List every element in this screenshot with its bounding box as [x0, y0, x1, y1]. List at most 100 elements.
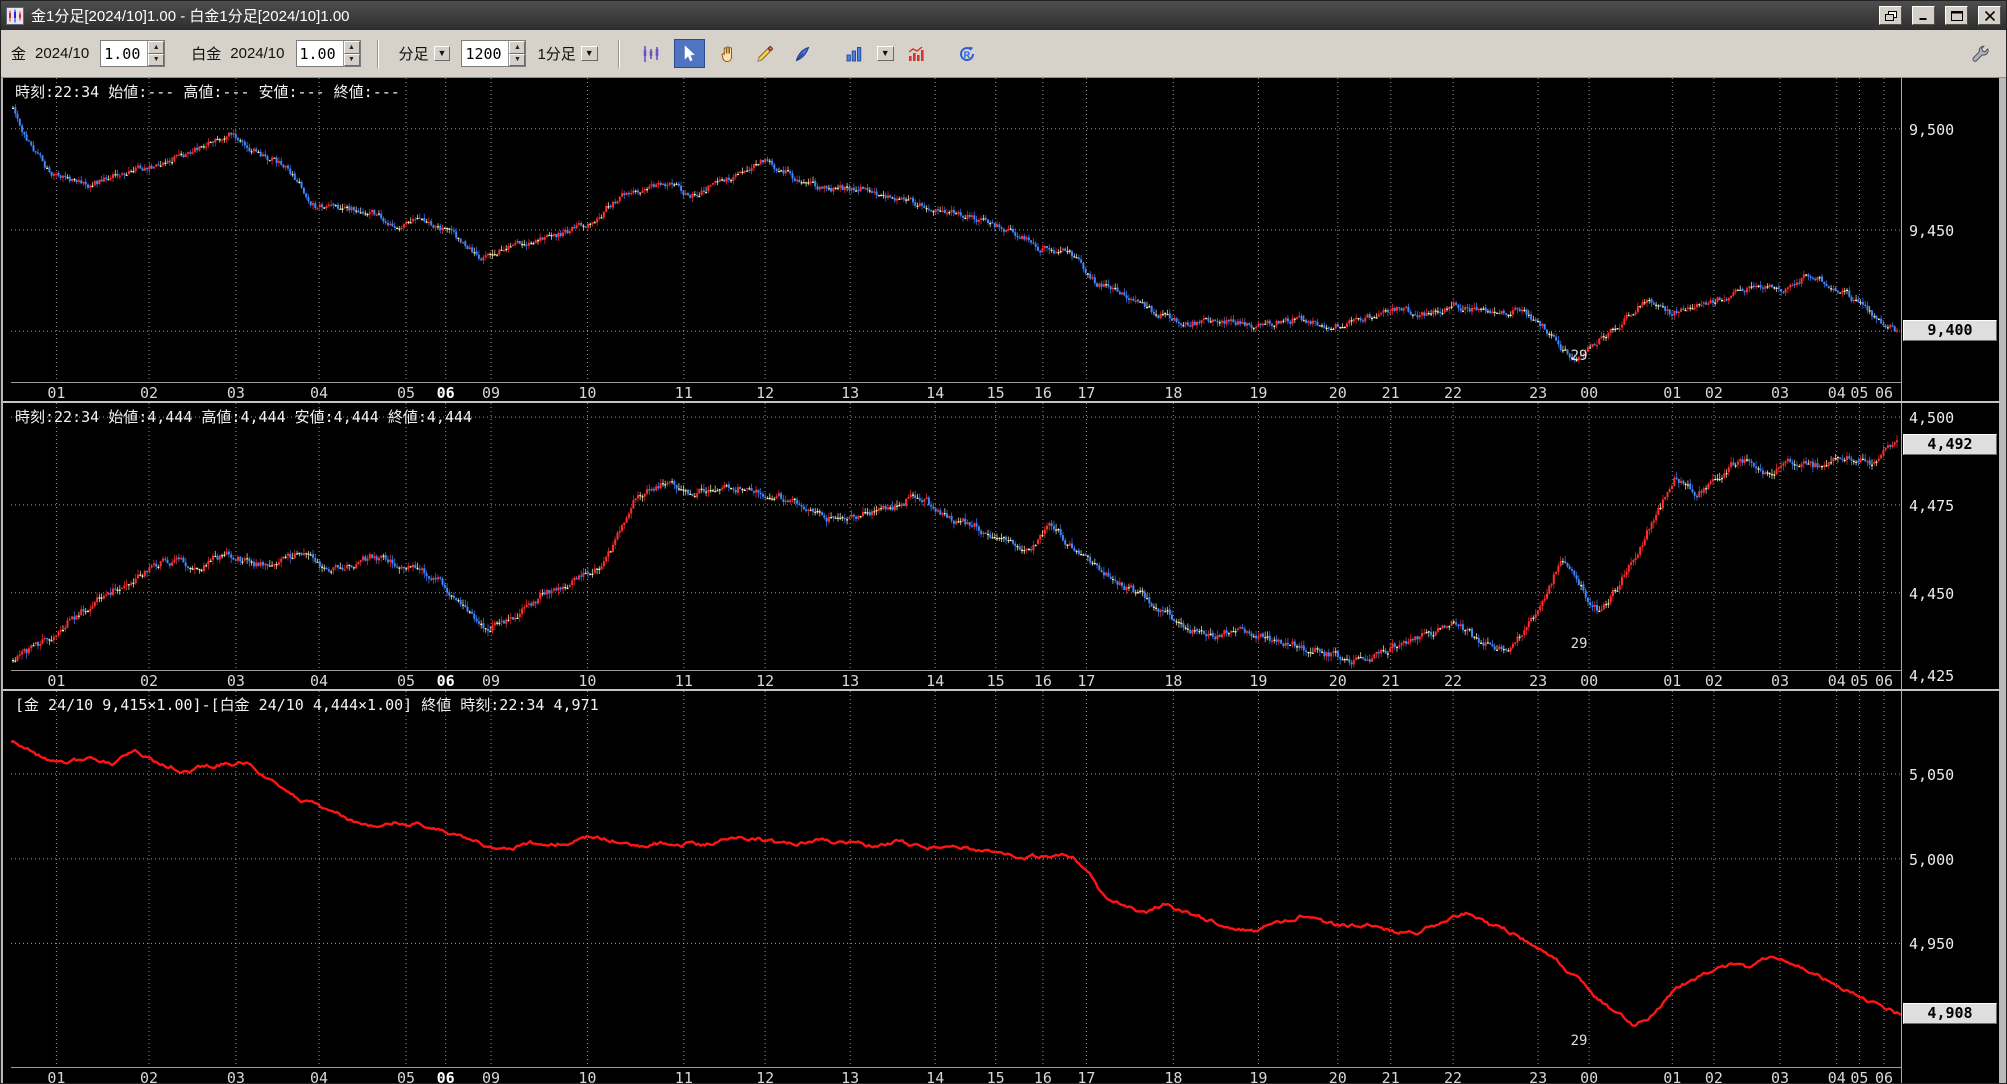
platinum-ratio-down-button[interactable]: ▼ — [344, 54, 360, 67]
gold-price-axis[interactable]: 9,5009,4509,400 — [1901, 78, 1999, 401]
hour-label: 23 — [1529, 1069, 1547, 1084]
toolbar-separator — [377, 40, 379, 68]
gold-ratio-down-button[interactable]: ▼ — [148, 54, 164, 67]
hour-label: 20 — [1329, 384, 1347, 401]
bar-count-down-button[interactable]: ▼ — [509, 54, 525, 67]
hour-label: 03 — [227, 1069, 245, 1084]
hour-label: 16 — [1034, 672, 1052, 689]
hour-label: 10 — [578, 384, 596, 401]
interval-type-label: 分足 — [399, 43, 429, 64]
gold-chart-canvas[interactable]: 時刻:22:34 始値:--- 高値:--- 安値:--- 終値:--- 29 — [11, 78, 1901, 382]
hour-label: 06 — [1875, 384, 1893, 401]
hour-label: 03 — [227, 384, 245, 401]
hour-label: 02 — [140, 384, 158, 401]
hour-label: 01 — [47, 1069, 65, 1084]
bar-count-up-button[interactable]: ▲ — [509, 41, 525, 54]
hand-icon — [717, 44, 737, 64]
spread-price-axis[interactable]: 5,0505,0004,9504,908 — [1901, 691, 1999, 1084]
maximize-button[interactable] — [1945, 6, 1968, 25]
spread-panel: [金 24/10 9,415×1.00]-[白金 24/10 4,444×1.0… — [3, 691, 1999, 1084]
chart-type-dropdown[interactable]: ▼ — [877, 46, 894, 61]
chevron-down-icon: ▼ — [434, 46, 451, 61]
hour-label: 05 — [1850, 384, 1868, 401]
hour-label: 19 — [1249, 672, 1267, 689]
price-axis-label: 4,425 — [1909, 667, 1954, 685]
hour-label: 00 — [1580, 672, 1598, 689]
platinum-chart-canvas[interactable]: 時刻:22:34 始値:4,444 高値:4,444 安値:4,444 終値:4… — [11, 403, 1901, 670]
hour-label: 06 — [1875, 1069, 1893, 1084]
spread-line-chart — [11, 691, 1901, 1067]
price-axis-label: 4,500 — [1909, 409, 1954, 427]
gold-contract-month: 2024/10 — [35, 45, 89, 62]
gold-ratio-spinner: ▲ ▼ — [100, 40, 165, 67]
hour-label: 20 — [1329, 672, 1347, 689]
gold-time-axis: 0102030405060910111213141516171819202122… — [11, 382, 1901, 401]
chevron-down-icon: ▼ — [581, 46, 598, 61]
hour-label: 05 — [397, 672, 415, 689]
platinum-price-axis[interactable]: 4,5004,4754,4504,4254,492 — [1901, 403, 1999, 689]
hour-label: 04 — [310, 672, 328, 689]
gold-date-marker: 29 — [1571, 348, 1588, 364]
bar-chart-icon — [844, 44, 864, 64]
chart-tool-button[interactable] — [636, 39, 667, 68]
gold-symbol-label: 金 — [11, 43, 26, 64]
hour-label: 01 — [47, 672, 65, 689]
window-title: 金1分足[2024/10]1.00 - 白金1分足[2024/10]1.00 — [31, 5, 350, 26]
platinum-ratio-input[interactable] — [297, 41, 343, 66]
hour-label: 13 — [841, 1069, 859, 1084]
timeframe-label: 1分足 — [537, 43, 575, 64]
minimize-button[interactable] — [1912, 6, 1935, 25]
hour-label: 06 — [437, 1069, 455, 1084]
hour-label: 09 — [482, 384, 500, 401]
hour-label: 15 — [987, 384, 1005, 401]
hour-label: 23 — [1529, 672, 1547, 689]
hour-label: 11 — [675, 672, 693, 689]
platinum-symbol-label: 白金 — [191, 43, 221, 64]
platinum-time-axis: 0102030405060910111213141516171819202122… — [11, 670, 1901, 689]
spread-chart-canvas[interactable]: [金 24/10 9,415×1.00]-[白金 24/10 4,444×1.0… — [11, 691, 1901, 1067]
chart-type-button[interactable] — [839, 39, 870, 68]
hour-label: 22 — [1444, 384, 1462, 401]
close-button[interactable] — [1978, 6, 2001, 25]
pencil-tool-button[interactable] — [750, 39, 781, 68]
wrench-icon — [1971, 44, 1991, 64]
hour-label: 12 — [756, 384, 774, 401]
hour-label: 03 — [227, 672, 245, 689]
hour-label: 17 — [1077, 1069, 1095, 1084]
platinum-ratio-up-button[interactable]: ▲ — [344, 41, 360, 54]
hour-label: 12 — [756, 1069, 774, 1084]
spread-last-price-badge: 4,908 — [1903, 1003, 1997, 1024]
gold-ratio-input[interactable] — [101, 41, 147, 66]
hour-label: 17 — [1077, 672, 1095, 689]
float-window-icon — [1885, 11, 1897, 21]
hour-label: 02 — [1705, 384, 1723, 401]
price-axis-label: 9,450 — [1909, 222, 1954, 240]
hour-label: 16 — [1034, 384, 1052, 401]
hour-label: 21 — [1382, 384, 1400, 401]
gold-ratio-up-button[interactable]: ▲ — [148, 41, 164, 54]
hour-label: 19 — [1249, 1069, 1267, 1084]
timeframe-dropdown[interactable]: 1分足 ▼ — [533, 41, 601, 66]
float-window-button[interactable] — [1879, 6, 1902, 25]
hour-label: 02 — [140, 1069, 158, 1084]
pan-tool-button[interactable] — [712, 39, 743, 68]
hour-label: 03 — [1771, 384, 1789, 401]
titlebar: 金1分足[2024/10]1.00 - 白金1分足[2024/10]1.00 — [1, 1, 2006, 30]
bar-count-input[interactable] — [462, 41, 508, 66]
hour-label: 15 — [987, 672, 1005, 689]
interval-type-dropdown[interactable]: 分足 ▼ — [395, 41, 455, 66]
histogram-tool-button[interactable] — [901, 39, 932, 68]
hour-label: 06 — [1875, 672, 1893, 689]
spread-time-axis: 0102030405060910111213141516171819202122… — [11, 1067, 1901, 1084]
pen-tool-button[interactable] — [788, 39, 819, 68]
settings-button[interactable] — [1965, 39, 1996, 68]
hour-label: 18 — [1164, 1069, 1182, 1084]
cursor-tool-button[interactable] — [674, 39, 705, 68]
hour-label: 01 — [1663, 384, 1681, 401]
pencil-icon — [755, 44, 775, 64]
hour-label: 04 — [310, 1069, 328, 1084]
hour-label: 02 — [1705, 1069, 1723, 1084]
hour-label: 10 — [578, 672, 596, 689]
bar-count-spinner: ▲ ▼ — [461, 40, 526, 67]
reload-button[interactable]: R — [952, 39, 983, 68]
